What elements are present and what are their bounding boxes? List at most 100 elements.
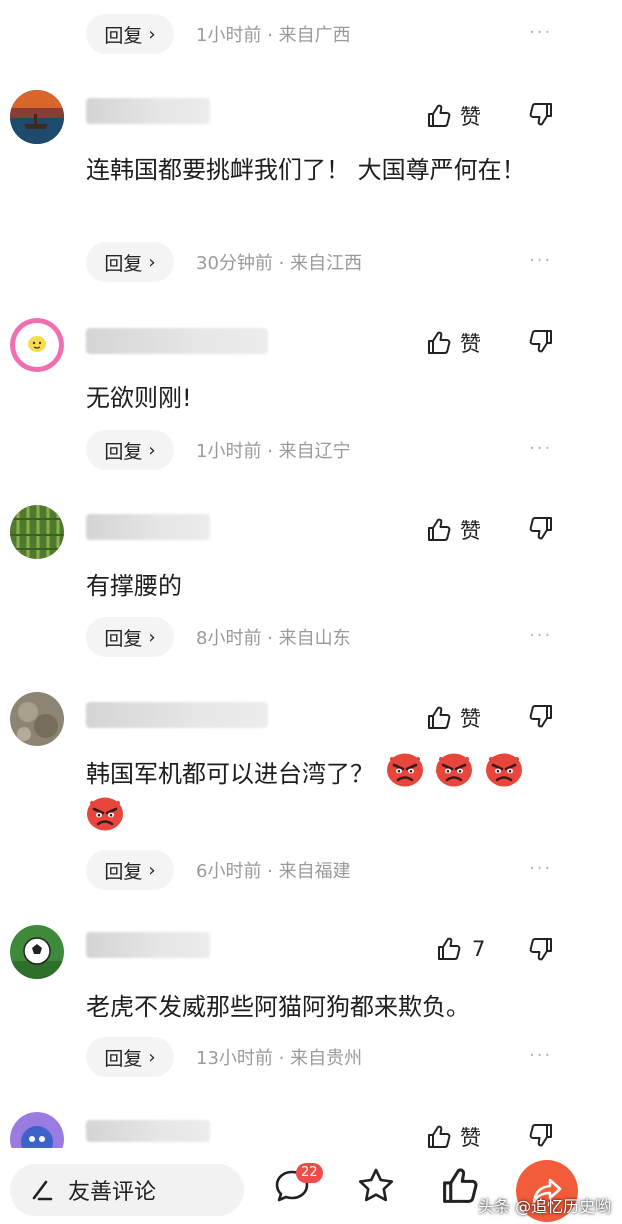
comment-location: 来自福建 xyxy=(278,861,351,882)
star-icon[interactable] xyxy=(356,1166,396,1206)
more-options-button[interactable]: ··· xyxy=(529,250,552,271)
thumbs-up-icon xyxy=(426,517,452,543)
more-options-button[interactable]: ··· xyxy=(529,625,552,646)
comment-text-content: 韩国军机都可以进台湾了？ xyxy=(86,760,374,788)
meta-separator: · xyxy=(278,253,285,274)
comment-meta: 8小时前 · 来自山东 xyxy=(196,624,351,650)
chevron-right-icon: › xyxy=(148,1046,156,1068)
comment-location: 来自贵州 xyxy=(290,1048,363,1069)
angry-face-icon xyxy=(86,796,124,832)
comment-location: 来自辽宁 xyxy=(278,441,351,462)
username-blurred[interactable] xyxy=(86,514,210,540)
bottom-action-bar: 友善评论 22 头条 @追忆历史哟 xyxy=(0,1148,622,1224)
like-button[interactable]: 赞 xyxy=(426,328,481,358)
thumbs-up-icon xyxy=(426,705,452,731)
like-button[interactable]: 赞 xyxy=(426,515,481,545)
friendly-comment-label: 友善评论 xyxy=(68,1180,157,1205)
comment-location: 来自广西 xyxy=(278,25,351,46)
avatar[interactable] xyxy=(10,1112,64,1148)
comment-meta-row: 回复 › 13小时前 · 来自贵州 xyxy=(86,1037,362,1077)
meta-separator: · xyxy=(278,1048,285,1069)
comment-meta: 1小时前 · 来自广西 xyxy=(196,21,351,47)
reply-button[interactable]: 回复 › xyxy=(86,850,174,890)
avatar[interactable] xyxy=(10,318,64,372)
thumbs-up-icon xyxy=(426,103,452,129)
thumbs-down-icon[interactable] xyxy=(528,936,554,962)
comment-time: 13小时前 xyxy=(196,1048,273,1069)
avatar[interactable] xyxy=(10,505,64,559)
reply-label: 回复 xyxy=(104,440,143,463)
like-label: 赞 xyxy=(460,105,481,129)
thumbs-up-icon xyxy=(426,1124,452,1150)
comment-text: 老虎不发威那些阿猫阿狗都来欺负。 xyxy=(86,993,470,1021)
username-blurred[interactable] xyxy=(86,328,268,354)
reply-label: 回复 xyxy=(104,860,143,883)
avatar[interactable] xyxy=(10,692,64,746)
avatar[interactable] xyxy=(10,90,64,144)
comment-time: 8小时前 xyxy=(196,628,262,649)
reply-button[interactable]: 回复 › xyxy=(86,242,174,282)
more-options-button[interactable]: ··· xyxy=(529,22,552,43)
thumbs-down-icon[interactable] xyxy=(528,703,554,729)
thumbs-up-icon[interactable] xyxy=(440,1166,480,1206)
username-blurred[interactable] xyxy=(86,1120,210,1142)
comment-text: 连韩国都要挑衅我们了！ 大国尊严何在！ xyxy=(86,156,526,184)
comment-time: 1小时前 xyxy=(196,441,262,462)
chevron-right-icon: › xyxy=(148,626,156,648)
reply-label: 回复 xyxy=(104,1047,143,1070)
username-blurred[interactable] xyxy=(86,98,210,124)
username-blurred[interactable] xyxy=(86,702,268,728)
thumbs-up-icon xyxy=(436,936,462,962)
watermark: 头条 @追忆历史哟 xyxy=(478,1197,612,1216)
meta-separator: · xyxy=(267,441,273,462)
reply-label: 回复 xyxy=(104,627,143,650)
meta-separator: · xyxy=(267,25,273,46)
reply-button[interactable]: 回复 › xyxy=(86,1037,174,1077)
avatar[interactable] xyxy=(10,925,64,979)
comment-meta-row: 回复 › 6小时前 · 来自福建 xyxy=(86,850,351,890)
comment-meta: 6小时前 · 来自福建 xyxy=(196,857,351,883)
comment-time: 1小时前 xyxy=(196,25,262,46)
meta-separator: · xyxy=(267,628,273,649)
comment-location: 来自江西 xyxy=(290,253,363,274)
chevron-right-icon: › xyxy=(148,251,156,273)
reply-button[interactable]: 回复 › xyxy=(86,617,174,657)
reply-button[interactable]: 回复 › xyxy=(86,14,174,54)
chevron-right-icon: › xyxy=(148,859,156,881)
comment-text: 韩国军机都可以进台湾了？ xyxy=(86,752,566,840)
like-label: 赞 xyxy=(460,332,481,356)
more-options-button[interactable]: ··· xyxy=(529,858,552,879)
comment-time: 6小时前 xyxy=(196,861,262,882)
thumbs-down-icon[interactable] xyxy=(528,101,554,127)
thumbs-up-icon xyxy=(426,330,452,356)
comment-count-badge: 22 xyxy=(296,1163,323,1183)
thumbs-down-icon[interactable] xyxy=(528,328,554,354)
thumbs-down-icon[interactable] xyxy=(528,1122,554,1148)
thumbs-down-icon[interactable] xyxy=(528,515,554,541)
friendly-comment-input[interactable]: 友善评论 xyxy=(10,1164,244,1216)
reply-label: 回复 xyxy=(104,252,143,275)
pen-icon xyxy=(32,1180,53,1201)
like-button[interactable]: 赞 xyxy=(426,101,481,131)
reply-button[interactable]: 回复 › xyxy=(86,430,174,470)
comment-meta: 13小时前 · 来自贵州 xyxy=(196,1044,362,1070)
comment-text: 有撑腰的 xyxy=(86,572,182,600)
chevron-right-icon: › xyxy=(148,23,156,45)
comment-meta: 1小时前 · 来自辽宁 xyxy=(196,437,351,463)
meta-separator: · xyxy=(267,861,273,882)
comment-meta-row: 回复 › 8小时前 · 来自山东 xyxy=(86,617,351,657)
chevron-right-icon: › xyxy=(148,439,156,461)
like-button[interactable]: 赞 xyxy=(426,703,481,733)
comment-meta: 30分钟前 · 来自江西 xyxy=(196,249,362,275)
username-blurred[interactable] xyxy=(86,932,210,958)
comment-meta-row: 回复 › 1小时前 · 来自广西 xyxy=(86,14,351,54)
angry-face-icon xyxy=(485,752,523,788)
like-button[interactable]: 7 xyxy=(436,936,485,962)
comment-location: 来自山东 xyxy=(278,628,351,649)
comment-meta-row: 回复 › 30分钟前 · 来自江西 xyxy=(86,242,362,282)
more-options-button[interactable]: ··· xyxy=(529,438,552,459)
angry-face-icon xyxy=(386,752,424,788)
comment-meta-row: 回复 › 1小时前 · 来自辽宁 xyxy=(86,430,351,470)
comment-text: 无欲则刚! xyxy=(86,384,192,412)
more-options-button[interactable]: ··· xyxy=(529,1045,552,1066)
